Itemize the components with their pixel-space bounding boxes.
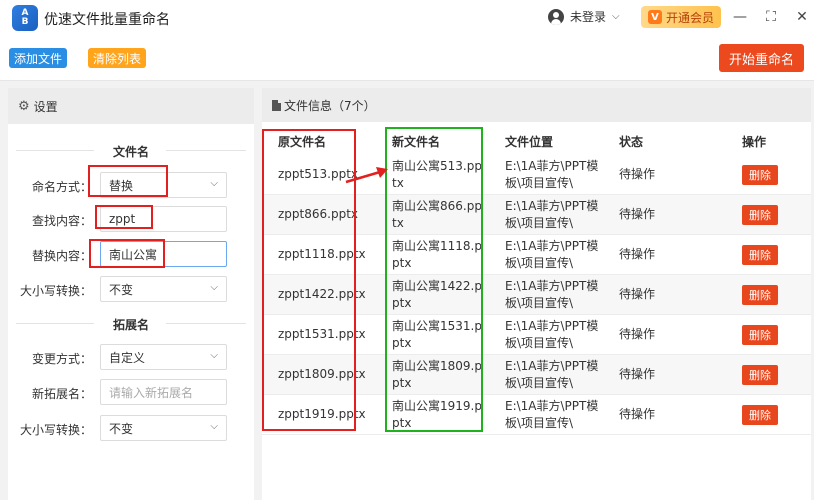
extension-case-value: 不变 — [109, 421, 134, 436]
file-info-header: 文件信息（7个） — [262, 88, 811, 122]
case-convert-value: 不变 — [109, 282, 134, 297]
vip-button[interactable]: V 开通会员 — [641, 6, 721, 28]
maximize-button[interactable]: ⛶ — [759, 6, 783, 28]
status-cell: 待操作 — [619, 327, 656, 341]
change-mode-label: 变更方式： — [31, 352, 92, 366]
location-cell: E:\1A菲方\PPT模板\项目宣传\ — [505, 399, 599, 430]
location-cell: E:\1A菲方\PPT模板\项目宣传\ — [505, 279, 599, 310]
find-content-label: 查找内容： — [31, 214, 92, 228]
status-cell: 待操作 — [619, 247, 656, 261]
location-cell: E:\1A菲方\PPT模板\项目宣传\ — [505, 239, 599, 270]
vip-label: 开通会员 — [665, 10, 714, 25]
new-extension-label: 新拓展名： — [31, 387, 92, 401]
delete-button[interactable]: 删除 — [742, 325, 778, 345]
gear-icon: ⚙ — [18, 98, 30, 114]
chevron-down-icon: ⌵ — [210, 421, 218, 432]
settings-panel: ⚙ 设置 文件名 命名方式： 替换 ⌵ 查找内容： zppt 替换内容： 南山公… — [8, 88, 254, 500]
login-menu[interactable]: 未登录 ⌵ — [548, 8, 620, 25]
case-convert-select[interactable]: 不变 ⌵ — [100, 276, 227, 302]
arrow-right-icon — [345, 167, 388, 184]
minimize-button[interactable]: — — [728, 6, 752, 28]
extension-case-select[interactable]: 不变 ⌵ — [100, 415, 227, 441]
status-cell: 待操作 — [619, 207, 656, 221]
naming-mode-label: 命名方式： — [31, 180, 92, 194]
toolbar: 添加文件 清除列表 开始重命名 — [0, 36, 814, 81]
user-icon — [548, 8, 564, 25]
change-mode-value: 自定义 — [109, 350, 146, 365]
delete-button[interactable]: 删除 — [742, 245, 778, 265]
file-info-title: 文件信息（7个） — [284, 98, 376, 113]
add-file-button[interactable]: 添加文件 — [9, 48, 67, 68]
chevron-down-icon: ⌵ — [210, 282, 218, 293]
delete-button[interactable]: 删除 — [742, 285, 778, 305]
column-location: 文件位置 — [505, 135, 554, 149]
case-convert-label: 大小写转换： — [19, 284, 92, 298]
new-extension-placeholder: 请输入新拓展名 — [109, 385, 194, 400]
replace-content-label: 替换内容： — [31, 249, 92, 263]
start-rename-button[interactable]: 开始重命名 — [719, 44, 804, 72]
clear-list-button[interactable]: 清除列表 — [88, 48, 146, 68]
location-cell: E:\1A菲方\PPT模板\项目宣传\ — [505, 159, 599, 190]
vip-icon: V — [647, 10, 662, 24]
document-icon — [272, 99, 281, 111]
divider — [166, 323, 246, 324]
chevron-down-icon: ⌵ — [210, 350, 218, 361]
location-cell: E:\1A菲方\PPT模板\项目宣传\ — [505, 199, 599, 230]
highlight-new-names — [385, 127, 483, 432]
highlight-replace-content — [89, 239, 165, 268]
divider — [166, 150, 246, 151]
settings-header: ⚙ 设置 — [8, 88, 254, 124]
column-status: 状态 — [619, 135, 644, 149]
chevron-down-icon: ⌵ — [210, 178, 218, 189]
delete-button[interactable]: 删除 — [742, 365, 778, 385]
login-label: 未登录 — [570, 10, 607, 24]
close-button[interactable]: ✕ — [790, 6, 814, 28]
title-bar: A B 优速文件批量重命名 未登录 ⌵ V 开通会员 — ⛶ ✕ — [0, 0, 814, 36]
highlight-find-content — [95, 205, 153, 229]
highlight-original-names — [262, 129, 356, 431]
change-mode-select[interactable]: 自定义 ⌵ — [100, 344, 227, 370]
logo-letter-b: B — [21, 17, 29, 27]
minimize-icon: — — [733, 9, 747, 25]
new-extension-input[interactable]: 请输入新拓展名 — [100, 379, 227, 405]
status-cell: 待操作 — [619, 167, 656, 181]
delete-button[interactable]: 删除 — [742, 165, 778, 185]
settings-title: 设置 — [33, 99, 58, 114]
delete-button[interactable]: 删除 — [742, 205, 778, 225]
location-cell: E:\1A菲方\PPT模板\项目宣传\ — [505, 319, 599, 350]
divider — [16, 323, 94, 324]
maximize-icon: ⛶ — [766, 9, 776, 25]
app-logo-icon: A B — [12, 5, 38, 31]
extension-section-title: 拓展名 — [112, 318, 149, 332]
extension-case-label: 大小写转换： — [19, 423, 92, 437]
highlight-naming-mode — [88, 165, 168, 197]
status-cell: 待操作 — [619, 407, 656, 421]
column-action: 操作 — [742, 135, 767, 149]
divider — [16, 150, 94, 151]
status-cell: 待操作 — [619, 287, 656, 301]
location-cell: E:\1A菲方\PPT模板\项目宣传\ — [505, 359, 599, 390]
app-title: 优速文件批量重命名 — [44, 12, 170, 28]
delete-button[interactable]: 删除 — [742, 405, 778, 425]
chevron-down-icon: ⌵ — [612, 11, 620, 22]
filename-section-title: 文件名 — [112, 145, 149, 159]
status-cell: 待操作 — [619, 367, 656, 381]
close-icon: ✕ — [796, 9, 808, 25]
